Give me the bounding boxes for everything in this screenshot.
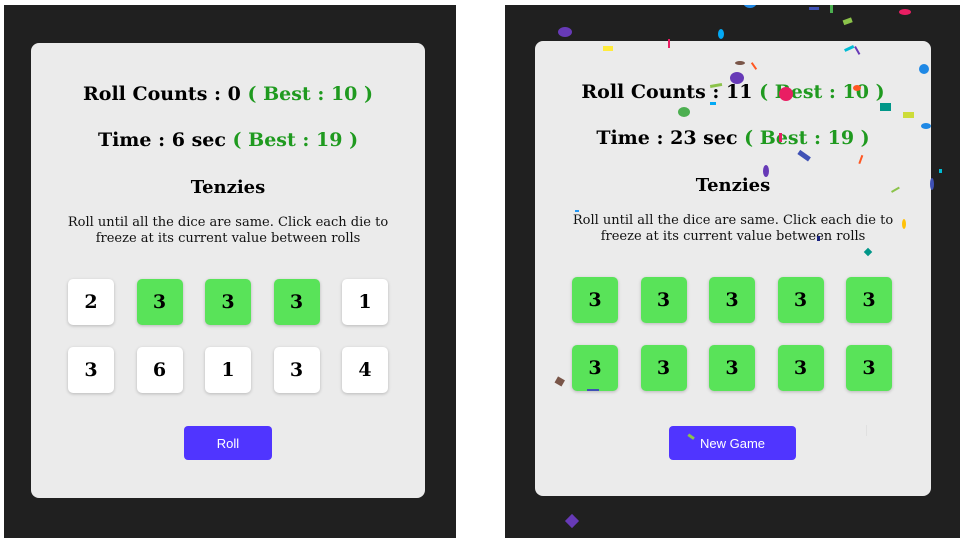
time-stat: Time : 6 sec ( Best : 19 ) [31, 129, 425, 151]
die[interactable]: 2 [68, 279, 114, 325]
roll-button[interactable]: Roll [184, 426, 272, 460]
game-card: Roll Counts : 11 ( Best : 10 ) Time : 23… [535, 41, 931, 496]
game-card: Roll Counts : 0 ( Best : 10 ) Time : 6 s… [31, 43, 425, 498]
die-held[interactable]: 3 [640, 277, 687, 323]
die[interactable]: 3 [273, 347, 320, 393]
die-held[interactable]: 3 [846, 277, 892, 323]
die-held[interactable]: 3 [777, 345, 824, 391]
time-label: Time : 6 sec [97, 129, 226, 151]
confetti-piece [899, 9, 911, 15]
dice-grid: 3 3 3 3 3 3 3 3 3 3 [572, 277, 892, 391]
confetti-piece [830, 5, 833, 13]
game-window-won: Roll Counts : 11 ( Best : 10 ) Time : 23… [505, 5, 960, 538]
time-stat: Time : 23 sec ( Best : 19 ) [535, 127, 931, 149]
game-instructions: Roll until all the dice are same. Click … [572, 213, 894, 244]
die-held[interactable]: 3 [640, 345, 687, 391]
game-instructions: Roll until all the dice are same. Click … [67, 215, 389, 246]
confetti-piece [842, 17, 853, 26]
die[interactable]: 4 [342, 347, 388, 393]
die-held[interactable]: 3 [846, 345, 892, 391]
confetti-piece [939, 169, 942, 173]
roll-count-stat: Roll Counts : 11 ( Best : 10 ) [535, 81, 931, 103]
die-held[interactable]: 3 [572, 277, 618, 323]
die[interactable]: 6 [136, 347, 183, 393]
die-held[interactable]: 3 [273, 279, 320, 325]
die-held[interactable]: 3 [709, 277, 755, 323]
game-window-in-progress: Roll Counts : 0 ( Best : 10 ) Time : 6 s… [4, 5, 456, 538]
die-held[interactable]: 3 [572, 345, 618, 391]
time-best: ( Best : 19 ) [232, 129, 359, 151]
confetti-piece [743, 5, 757, 8]
die[interactable]: 1 [205, 347, 251, 393]
new-game-button[interactable]: New Game [669, 426, 796, 460]
confetti-piece [564, 513, 580, 529]
time-label: Time : 23 sec [596, 127, 738, 149]
dice-grid: 2 3 3 3 1 3 6 1 3 4 [68, 279, 388, 393]
game-title: Tenzies [190, 177, 266, 198]
die[interactable]: 3 [68, 347, 114, 393]
confetti-piece [558, 27, 572, 37]
die-held[interactable]: 3 [205, 279, 251, 325]
roll-count-best: ( Best : 10 ) [759, 81, 885, 103]
die-held[interactable]: 3 [136, 279, 183, 325]
confetti-piece [809, 7, 819, 10]
confetti-piece [718, 29, 724, 39]
die-held[interactable]: 3 [777, 277, 824, 323]
die-held[interactable]: 3 [709, 345, 755, 391]
roll-count-label: Roll Counts : 11 [581, 81, 753, 103]
roll-count-best: ( Best : 10 ) [247, 83, 373, 105]
roll-count-stat: Roll Counts : 0 ( Best : 10 ) [31, 83, 425, 105]
time-best: ( Best : 19 ) [744, 127, 870, 149]
die[interactable]: 1 [342, 279, 388, 325]
game-title: Tenzies [695, 175, 771, 196]
roll-count-label: Roll Counts : 0 [82, 83, 241, 105]
